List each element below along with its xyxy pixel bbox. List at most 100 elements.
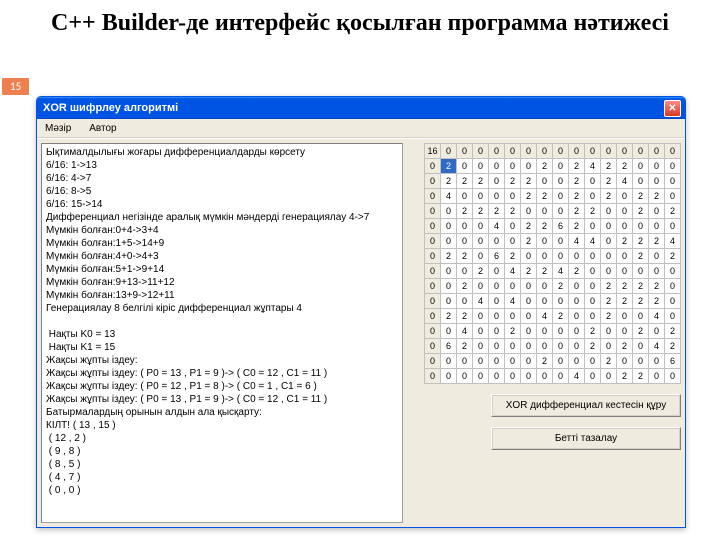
table-cell[interactable]: 0 bbox=[425, 174, 441, 189]
output-memo[interactable]: Ықтималдылығы жоғары дифференциалдарды к… bbox=[41, 143, 403, 523]
table-cell[interactable]: 2 bbox=[489, 204, 505, 219]
table-cell[interactable]: 16 bbox=[425, 144, 441, 159]
table-cell[interactable]: 4 bbox=[649, 339, 665, 354]
table-cell[interactable]: 0 bbox=[441, 219, 457, 234]
table-cell[interactable]: 6 bbox=[665, 354, 681, 369]
table-cell[interactable]: 0 bbox=[601, 324, 617, 339]
menu-main[interactable]: Мәзір bbox=[41, 122, 75, 135]
table-cell[interactable]: 2 bbox=[633, 279, 649, 294]
table-cell[interactable]: 0 bbox=[665, 219, 681, 234]
table-cell[interactable]: 0 bbox=[601, 249, 617, 264]
table-cell[interactable]: 0 bbox=[633, 354, 649, 369]
table-cell[interactable]: 0 bbox=[665, 144, 681, 159]
table-cell[interactable]: 0 bbox=[633, 309, 649, 324]
table-cell[interactable]: 0 bbox=[505, 354, 521, 369]
table-cell[interactable]: 0 bbox=[425, 309, 441, 324]
table-cell[interactable]: 0 bbox=[441, 369, 457, 384]
table-cell[interactable]: 0 bbox=[649, 354, 665, 369]
build-table-button[interactable]: XOR дифференциал кестесін құру bbox=[491, 394, 681, 417]
table-cell[interactable]: 2 bbox=[633, 189, 649, 204]
table-cell[interactable]: 2 bbox=[553, 309, 569, 324]
table-cell[interactable]: 0 bbox=[505, 189, 521, 204]
table-cell[interactable]: 0 bbox=[425, 204, 441, 219]
table-cell[interactable]: 0 bbox=[585, 249, 601, 264]
table-cell[interactable]: 0 bbox=[553, 354, 569, 369]
table-cell[interactable]: 0 bbox=[521, 144, 537, 159]
table-cell[interactable]: 2 bbox=[473, 264, 489, 279]
menu-author[interactable]: Автор bbox=[85, 122, 120, 135]
table-cell[interactable]: 2 bbox=[601, 189, 617, 204]
table-cell[interactable]: 2 bbox=[585, 324, 601, 339]
table-cell[interactable]: 0 bbox=[489, 279, 505, 294]
table-cell[interactable]: 0 bbox=[457, 354, 473, 369]
table-cell[interactable]: 0 bbox=[473, 309, 489, 324]
table-cell[interactable]: 0 bbox=[441, 264, 457, 279]
table-cell[interactable]: 2 bbox=[441, 249, 457, 264]
table-cell[interactable]: 0 bbox=[441, 234, 457, 249]
xor-diff-table[interactable]: 1600000000000000002000002024220000222022… bbox=[424, 143, 681, 384]
table-cell[interactable]: 0 bbox=[505, 369, 521, 384]
table-cell[interactable]: 4 bbox=[457, 324, 473, 339]
table-cell[interactable]: 0 bbox=[553, 189, 569, 204]
table-cell[interactable]: 2 bbox=[505, 204, 521, 219]
table-cell[interactable]: 2 bbox=[617, 234, 633, 249]
table-cell[interactable]: 0 bbox=[569, 144, 585, 159]
table-cell[interactable]: 0 bbox=[649, 219, 665, 234]
table-cell[interactable]: 0 bbox=[489, 234, 505, 249]
table-cell[interactable]: 0 bbox=[665, 189, 681, 204]
table-cell[interactable]: 0 bbox=[649, 324, 665, 339]
table-cell[interactable]: 2 bbox=[553, 279, 569, 294]
table-cell[interactable]: 0 bbox=[601, 234, 617, 249]
table-cell[interactable]: 0 bbox=[633, 264, 649, 279]
table-cell[interactable]: 2 bbox=[537, 189, 553, 204]
table-cell[interactable]: 0 bbox=[505, 234, 521, 249]
table-cell[interactable]: 2 bbox=[601, 159, 617, 174]
table-cell[interactable]: 4 bbox=[585, 234, 601, 249]
table-cell[interactable]: 2 bbox=[537, 264, 553, 279]
table-cell[interactable]: 0 bbox=[537, 324, 553, 339]
table-cell[interactable]: 0 bbox=[505, 279, 521, 294]
table-cell[interactable]: 2 bbox=[649, 294, 665, 309]
table-cell[interactable]: 0 bbox=[521, 159, 537, 174]
table-cell[interactable]: 4 bbox=[537, 309, 553, 324]
table-cell[interactable]: 0 bbox=[649, 264, 665, 279]
table-cell[interactable]: 0 bbox=[473, 219, 489, 234]
table-cell[interactable]: 0 bbox=[553, 159, 569, 174]
table-cell[interactable]: 0 bbox=[489, 264, 505, 279]
table-cell[interactable]: 4 bbox=[489, 219, 505, 234]
table-cell[interactable]: 0 bbox=[601, 144, 617, 159]
table-cell[interactable]: 2 bbox=[585, 339, 601, 354]
table-cell[interactable]: 2 bbox=[521, 234, 537, 249]
table-cell[interactable]: 0 bbox=[425, 234, 441, 249]
table-cell[interactable]: 0 bbox=[441, 144, 457, 159]
table-cell[interactable]: 0 bbox=[473, 279, 489, 294]
table-cell[interactable]: 0 bbox=[441, 324, 457, 339]
table-cell[interactable]: 0 bbox=[633, 174, 649, 189]
table-cell[interactable]: 2 bbox=[665, 249, 681, 264]
table-cell[interactable]: 0 bbox=[425, 279, 441, 294]
table-cell[interactable]: 0 bbox=[521, 249, 537, 264]
table-cell[interactable]: 0 bbox=[425, 159, 441, 174]
table-cell[interactable]: 4 bbox=[617, 174, 633, 189]
table-cell[interactable]: 0 bbox=[537, 369, 553, 384]
table-cell[interactable]: 0 bbox=[441, 354, 457, 369]
table-cell[interactable]: 0 bbox=[537, 279, 553, 294]
table-cell[interactable]: 0 bbox=[457, 144, 473, 159]
table-cell[interactable]: 0 bbox=[665, 279, 681, 294]
table-cell[interactable]: 2 bbox=[633, 204, 649, 219]
table-cell[interactable]: 0 bbox=[489, 324, 505, 339]
table-cell[interactable]: 0 bbox=[457, 294, 473, 309]
table-cell[interactable]: 0 bbox=[537, 144, 553, 159]
table-cell[interactable]: 2 bbox=[633, 294, 649, 309]
table-cell[interactable]: 2 bbox=[633, 249, 649, 264]
table-cell[interactable]: 0 bbox=[553, 369, 569, 384]
table-cell[interactable]: 0 bbox=[457, 234, 473, 249]
table-cell[interactable]: 0 bbox=[665, 309, 681, 324]
table-cell[interactable]: 0 bbox=[489, 159, 505, 174]
table-cell[interactable]: 2 bbox=[601, 354, 617, 369]
table-cell[interactable]: 2 bbox=[569, 204, 585, 219]
table-cell[interactable]: 0 bbox=[473, 249, 489, 264]
table-cell[interactable]: 0 bbox=[585, 294, 601, 309]
table-cell[interactable]: 2 bbox=[457, 279, 473, 294]
table-cell[interactable]: 4 bbox=[649, 309, 665, 324]
